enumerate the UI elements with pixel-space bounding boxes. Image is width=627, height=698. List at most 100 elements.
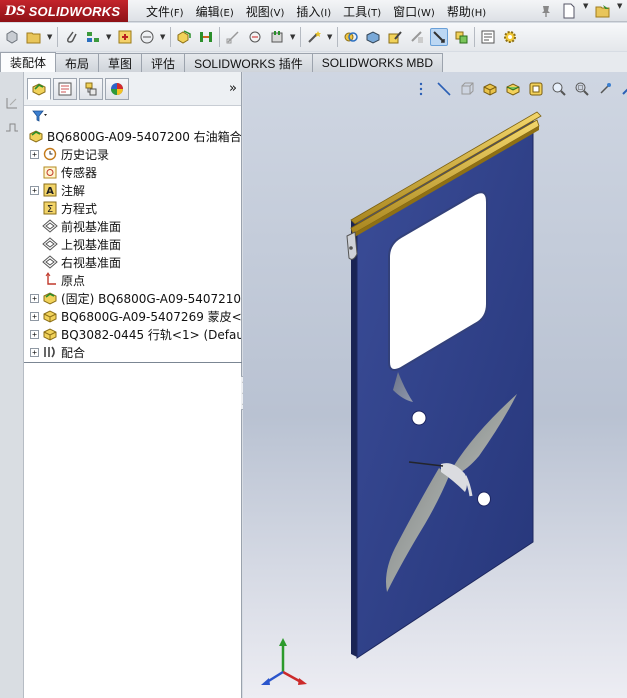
tab-layout[interactable]: 布局 xyxy=(55,53,100,72)
chevron-down-icon[interactable]: ▼ xyxy=(617,2,623,20)
tab-sketch[interactable]: 草图 xyxy=(98,53,143,72)
chevron-down-icon[interactable]: ▼ xyxy=(327,33,333,41)
tab-assembly[interactable]: 装配体 xyxy=(0,52,57,72)
tab-solidworks-addins[interactable]: SOLIDWORKS 插件 xyxy=(184,53,313,72)
tab-evaluate[interactable]: 评估 xyxy=(141,53,186,72)
insert-component-icon[interactable] xyxy=(3,28,21,46)
tree-node-label: 方程式 xyxy=(61,201,98,216)
menu-item[interactable]: 窗口(W) xyxy=(387,3,441,20)
pin-icon[interactable] xyxy=(537,2,555,20)
tree-node[interactable]: 原点 xyxy=(24,271,241,289)
expand-plus-icon[interactable]: + xyxy=(30,185,39,195)
menu-item-accelerator: (H) xyxy=(470,7,487,19)
mounting-hole xyxy=(411,410,427,426)
more-tabs-chevron-icon[interactable]: » xyxy=(229,81,237,96)
bill-of-materials-icon[interactable] xyxy=(364,28,382,46)
graphics-area[interactable] xyxy=(243,72,627,698)
chevron-down-icon[interactable]: ▼ xyxy=(106,33,112,41)
edit-component-icon[interactable] xyxy=(386,28,404,46)
menu-item-accelerator: (W) xyxy=(417,7,435,19)
menu-item-label: 文件 xyxy=(146,4,171,19)
menu-item[interactable]: 帮助(H) xyxy=(441,3,492,20)
menu-item[interactable]: 工具(T) xyxy=(337,3,387,20)
expand-plus-icon[interactable]: + xyxy=(30,311,39,321)
tree-node-label: (固定) BQ6800G-A09-5407210 xyxy=(61,291,241,306)
properties-icon[interactable] xyxy=(479,28,497,46)
tree-node[interactable]: + (固定) BQ6800G-A09-5407210 xyxy=(24,289,241,307)
tree-node[interactable]: + 配合 xyxy=(24,343,241,361)
door-panel-model[interactable] xyxy=(243,72,627,698)
filter-icon[interactable] xyxy=(32,110,48,125)
assembly-icon[interactable] xyxy=(175,28,193,46)
instant3d-icon[interactable] xyxy=(430,28,448,46)
feature-manager-tab[interactable] xyxy=(27,77,51,100)
tree-node-label: 原点 xyxy=(61,273,86,288)
paperclip-icon[interactable] xyxy=(62,28,80,46)
menu-item[interactable]: 视图(V) xyxy=(240,3,291,20)
sketch-toolbar-icon[interactable] xyxy=(3,94,21,112)
expand-plus-icon[interactable]: + xyxy=(30,149,39,159)
tree-node[interactable]: + 历史记录 xyxy=(24,145,241,163)
tree-filter[interactable] xyxy=(26,108,239,126)
tree-node[interactable]: Σ 方程式 xyxy=(24,199,241,217)
door-panel-edge xyxy=(351,220,357,657)
chevron-down-icon[interactable]: ▼ xyxy=(583,2,589,20)
equation-icon: Σ xyxy=(42,200,58,216)
property-manager-tab[interactable] xyxy=(53,77,77,100)
annotation-icon: A xyxy=(42,182,58,198)
tree-node-label: 右视基准面 xyxy=(61,255,122,270)
smart-dimension-icon[interactable] xyxy=(246,28,264,46)
tree-node[interactable]: 前视基准面 xyxy=(24,217,241,235)
rebuild-icon[interactable] xyxy=(116,28,134,46)
tree-node[interactable]: 传感器 xyxy=(24,163,241,181)
expand-plus-icon[interactable]: + xyxy=(30,293,39,303)
tree-node[interactable]: 右视基准面 xyxy=(24,253,241,271)
move-component-icon[interactable] xyxy=(268,28,286,46)
tab-solidworks-mbd[interactable]: SOLIDWORKS MBD xyxy=(311,53,444,72)
main-toolbar: ▼ ▼ ▼ ▼ ▼ xyxy=(0,23,627,51)
chevron-down-icon[interactable]: ▼ xyxy=(47,33,53,41)
part-component-icon xyxy=(42,308,58,324)
tree-node[interactable]: 上视基准面 xyxy=(24,235,241,253)
menu-item[interactable]: 插入(I) xyxy=(290,3,337,20)
tree-node-label: 前视基准面 xyxy=(61,219,122,234)
configuration-manager-tab[interactable] xyxy=(79,77,103,100)
open-folder-icon[interactable] xyxy=(25,28,43,46)
chevron-down-icon[interactable]: ▼ xyxy=(290,33,296,41)
new-document-icon[interactable] xyxy=(560,2,578,20)
explode-icon[interactable] xyxy=(197,28,215,46)
open-folder-icon[interactable] xyxy=(594,2,612,20)
mate-icon[interactable] xyxy=(84,28,102,46)
display-manager-tab[interactable] xyxy=(105,77,129,100)
chevron-down-icon[interactable]: ▼ xyxy=(160,33,166,41)
tree-node[interactable]: + BQ6800G-A09-5407269 蒙皮<1 xyxy=(24,307,241,325)
tree-node[interactable]: + BQ3082-0445 行轨<1> (Defau xyxy=(24,325,241,343)
history-icon xyxy=(42,146,58,162)
dimension-toolbar-icon[interactable] xyxy=(3,118,21,136)
sketch-icon[interactable] xyxy=(224,28,242,46)
smart-fasteners-icon[interactable] xyxy=(452,28,470,46)
tree-divider xyxy=(24,362,242,363)
magic-wand-icon[interactable] xyxy=(305,28,323,46)
hide-show-icon[interactable] xyxy=(408,28,426,46)
tree-node-label: 历史记录 xyxy=(61,147,110,162)
svg-text:A: A xyxy=(46,186,54,197)
plane-icon xyxy=(42,254,58,270)
expand-plus-icon[interactable]: + xyxy=(30,347,39,357)
tree-node[interactable]: + A 注解 xyxy=(24,181,241,199)
bracket-bolt-icon xyxy=(349,246,353,250)
tree-node-label: BQ3082-0445 行轨<1> (Defau xyxy=(61,327,241,342)
view-orientation-icon[interactable] xyxy=(138,28,156,46)
tree-node-label: 传感器 xyxy=(61,165,98,180)
title-quick-icons: ▼ ▼ xyxy=(537,2,623,20)
menu-item-label: 窗口 xyxy=(393,4,418,19)
options-gear-icon[interactable] xyxy=(501,28,519,46)
menu-item[interactable]: 编辑(E) xyxy=(190,3,240,20)
interference-icon[interactable] xyxy=(342,28,360,46)
solidworks-logo[interactable]: DS SOLIDWORKS xyxy=(0,0,128,22)
tree-root-assembly[interactable]: BQ6800G-A09-5407200 右油箱合门 xyxy=(24,127,241,145)
toolbar-separator xyxy=(170,27,171,47)
menu-item[interactable]: 文件(F) xyxy=(140,3,190,20)
expand-plus-icon[interactable]: + xyxy=(30,329,39,339)
command-manager-tabs: 装配体 布局 草图 评估 SOLIDWORKS 插件 SOLIDWORKS MB… xyxy=(0,52,627,72)
